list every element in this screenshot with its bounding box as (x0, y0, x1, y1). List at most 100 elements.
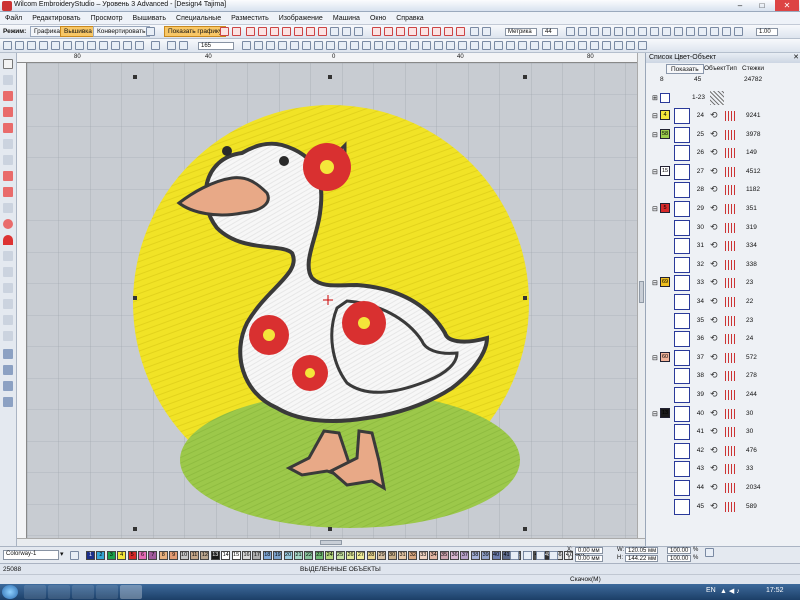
machine-select[interactable]: Метрика (505, 28, 537, 36)
count-field[interactable]: 165 (198, 42, 234, 50)
tool-icon[interactable] (470, 27, 479, 36)
taskbar-app-icon[interactable] (24, 585, 46, 599)
taskbar-app-icon[interactable] (48, 585, 70, 599)
taskbar-app-icon[interactable] (96, 585, 118, 599)
tool-icon[interactable] (3, 381, 13, 391)
color-swatch[interactable]: 2 (96, 551, 106, 560)
print-icon[interactable] (39, 41, 48, 50)
color-swatch[interactable]: 22 (304, 551, 314, 560)
menu-arrange[interactable]: Разместить (226, 12, 274, 25)
tool-icon[interactable] (278, 41, 287, 50)
tool-icon[interactable] (3, 365, 13, 375)
cut-icon[interactable] (51, 41, 60, 50)
color-swatch[interactable]: 1 (86, 551, 95, 560)
chevron-down-icon[interactable]: ▾ (60, 550, 64, 558)
color-swatch[interactable]: 29 (377, 551, 387, 560)
show-button[interactable]: Показать (666, 64, 704, 74)
color-chip[interactable]: 58 (660, 128, 670, 139)
color-swatch[interactable]: 28 (366, 551, 376, 560)
tool-icon[interactable] (3, 283, 13, 293)
tool-icon[interactable] (111, 41, 120, 50)
object-row[interactable]: 44 ⟲ 2034 (646, 479, 800, 497)
zoom-field[interactable]: 1.00 (756, 28, 778, 36)
tool-icon[interactable] (626, 41, 635, 50)
tool-icon[interactable] (686, 27, 695, 36)
color-swatch[interactable]: 33 (418, 551, 428, 560)
menu-machine[interactable]: Машина (328, 12, 365, 25)
object-row[interactable]: ⊟ 58 25 ⟲ 3978 (646, 126, 800, 144)
color-swatch[interactable]: 17 (252, 551, 262, 560)
stitch-tool-icon[interactable] (318, 27, 327, 36)
tool-icon[interactable] (482, 41, 491, 50)
expand-icon[interactable]: ⊟ (652, 131, 658, 139)
tool-icon[interactable] (626, 27, 635, 36)
tool-icon[interactable] (434, 41, 443, 50)
redo-icon[interactable] (151, 41, 160, 50)
tool-icon[interactable] (410, 41, 419, 50)
tool-icon[interactable] (536, 551, 545, 560)
tool-icon[interactable] (554, 41, 563, 50)
object-row[interactable]: 43 ⟲ 33 (646, 460, 800, 478)
tool-icon[interactable] (330, 27, 339, 36)
tool-icon[interactable] (542, 41, 551, 50)
tool-icon[interactable] (167, 41, 176, 50)
reshape-icon[interactable] (3, 75, 13, 85)
open-icon[interactable] (15, 41, 24, 50)
colorway-select[interactable]: Colorway-1 (3, 550, 59, 560)
expand-icon[interactable]: ⊟ (652, 168, 658, 176)
tool-icon[interactable] (614, 27, 623, 36)
tool-icon[interactable] (602, 27, 611, 36)
tool-icon[interactable] (3, 299, 13, 309)
expand-icon[interactable]: ⊟ (652, 112, 658, 120)
undo-icon[interactable] (135, 41, 144, 50)
globe-icon[interactable] (146, 27, 155, 36)
tool-icon[interactable] (710, 27, 719, 36)
stitch-tool-icon[interactable] (3, 91, 13, 101)
tool-icon[interactable] (3, 139, 13, 149)
select-arrow-icon[interactable] (3, 59, 13, 69)
color-swatch[interactable]: 9 (169, 551, 179, 560)
object-row[interactable]: ⊟ 13 40 ⟲ 30 (646, 405, 800, 423)
color-chip[interactable]: 4 (660, 110, 670, 120)
stitch-tool-icon[interactable] (396, 27, 405, 36)
tool-icon[interactable] (602, 41, 611, 50)
stitch-tool-icon[interactable] (270, 27, 279, 36)
color-swatch[interactable]: 34 (429, 551, 439, 560)
stitch-tool-icon[interactable] (384, 27, 393, 36)
object-row[interactable]: 32 ⟲ 338 (646, 256, 800, 274)
tool-icon[interactable] (734, 27, 743, 36)
color-swatch[interactable]: 26 (346, 551, 355, 560)
tool-icon[interactable] (3, 349, 13, 359)
mode-embroidery-button[interactable]: Вышивка (60, 26, 96, 37)
tool-icon[interactable] (523, 551, 532, 560)
design-canvas[interactable]: 80 40 0 40 80 (17, 53, 637, 538)
stitch-tool-icon[interactable] (408, 27, 417, 36)
color-swatch[interactable]: 14 (221, 551, 231, 560)
color-swatch[interactable]: 15 (231, 551, 241, 560)
object-row[interactable]: ⊟ 5 29 ⟲ 351 (646, 200, 800, 218)
tool-icon[interactable] (302, 41, 311, 50)
menu-image[interactable]: Изображение (274, 12, 328, 25)
object-row[interactable]: 28 ⟲ 1182 (646, 181, 800, 199)
color-swatch[interactable]: 16 (242, 551, 251, 560)
tool-icon[interactable] (470, 41, 479, 50)
tool-icon[interactable] (650, 27, 659, 36)
object-row[interactable]: 38 ⟲ 278 (646, 367, 800, 385)
color-swatch[interactable]: 30 (387, 551, 397, 560)
color-swatch[interactable]: 5 (127, 551, 137, 560)
tool-icon[interactable] (354, 27, 363, 36)
tool-icon[interactable] (342, 27, 351, 36)
object-row[interactable]: 41 ⟲ 30 (646, 423, 800, 441)
start-button[interactable] (2, 585, 18, 599)
scale-h-field[interactable]: 100.00 (667, 555, 691, 562)
menu-help[interactable]: Справка (391, 12, 428, 25)
color-swatch[interactable]: 13 (210, 551, 220, 560)
object-row[interactable]: 45 ⟲ 589 (646, 498, 800, 516)
stitch-tool-icon[interactable] (3, 107, 13, 117)
stitch-tool-icon[interactable] (432, 27, 441, 36)
tool-icon[interactable] (446, 41, 455, 50)
tool-icon[interactable] (3, 267, 13, 277)
menu-edit[interactable]: Редактировать (27, 12, 85, 25)
tool-icon[interactable] (290, 41, 299, 50)
w-field[interactable]: 120.05 мм (625, 547, 658, 554)
